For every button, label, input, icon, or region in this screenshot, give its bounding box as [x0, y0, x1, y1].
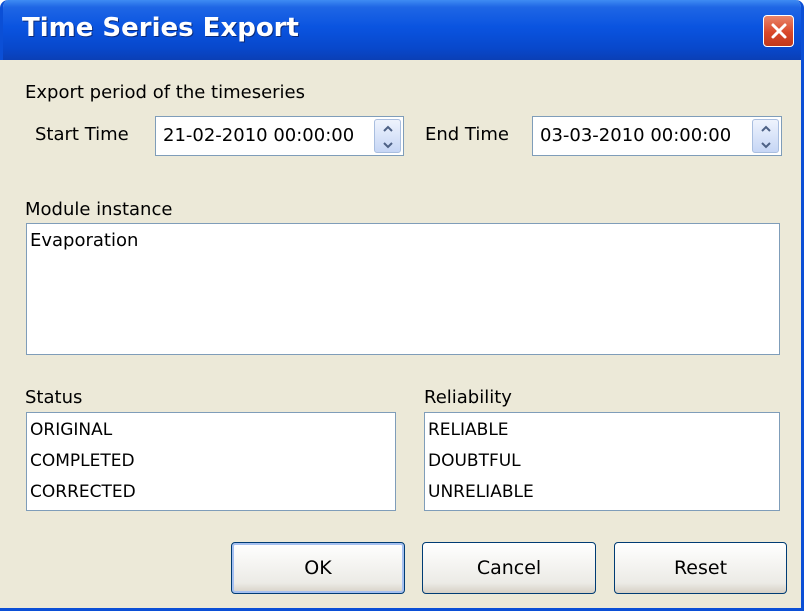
reliability-list[interactable]: RELIABLE DOUBTFUL UNRELIABLE — [424, 412, 780, 511]
spin-up-icon — [382, 125, 393, 132]
list-item[interactable]: UNRELIABLE — [428, 482, 534, 502]
close-button[interactable] — [763, 15, 794, 47]
status-list[interactable]: ORIGINAL COMPLETED CORRECTED — [26, 412, 396, 511]
start-time-decrement[interactable] — [375, 137, 400, 154]
module-instance-list[interactable]: Evaporation — [26, 223, 780, 355]
start-time-value[interactable]: 21-02-2010 00:00:00 — [163, 125, 354, 146]
end-time-value[interactable]: 03-03-2010 00:00:00 — [540, 125, 731, 146]
list-item[interactable]: ORIGINAL — [30, 420, 112, 440]
end-time-spin-buttons — [752, 119, 779, 153]
ok-button[interactable]: OK — [231, 542, 405, 594]
cancel-button[interactable]: Cancel — [422, 542, 596, 594]
export-period-label: Export period of the timeseries — [25, 82, 306, 103]
start-time-spinner[interactable]: 21-02-2010 00:00:00 — [155, 116, 404, 156]
module-instance-label: Module instance — [25, 199, 173, 220]
title-bar[interactable]: Time Series Export — [3, 0, 801, 60]
list-item[interactable]: CORRECTED — [30, 482, 136, 502]
list-item[interactable]: COMPLETED — [30, 451, 135, 471]
close-icon — [771, 23, 786, 39]
reset-button[interactable]: Reset — [614, 542, 787, 594]
list-item[interactable]: DOUBTFUL — [428, 451, 521, 471]
start-time-label: Start Time — [35, 124, 129, 145]
end-time-increment[interactable] — [753, 120, 778, 137]
end-time-decrement[interactable] — [753, 137, 778, 154]
list-item[interactable]: RELIABLE — [428, 420, 509, 440]
start-time-spin-buttons — [374, 119, 401, 153]
reliability-label: Reliability — [424, 387, 512, 408]
spin-down-icon — [760, 142, 771, 149]
start-time-increment[interactable] — [375, 120, 400, 137]
window-title: Time Series Export — [22, 13, 299, 43]
spin-down-icon — [382, 142, 393, 149]
list-item[interactable]: Evaporation — [30, 230, 138, 251]
dialog-content: Export period of the timeseries Start Ti… — [0, 60, 798, 608]
end-time-spinner[interactable]: 03-03-2010 00:00:00 — [532, 116, 782, 156]
end-time-label: End Time — [425, 124, 509, 145]
status-label: Status — [25, 387, 83, 408]
spin-up-icon — [760, 125, 771, 132]
